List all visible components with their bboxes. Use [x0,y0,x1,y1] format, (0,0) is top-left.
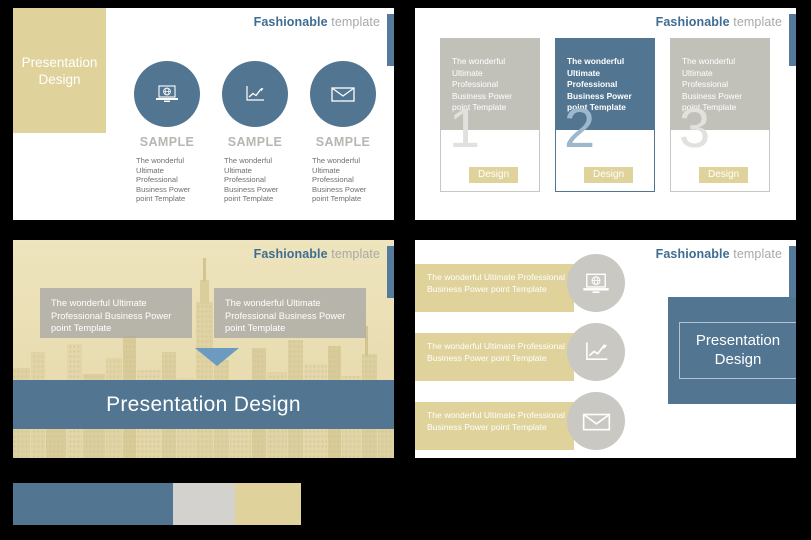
down-triangle-icon [195,348,239,366]
edge-accent-bar [387,246,394,298]
banner-title: Presentation Design [13,380,394,429]
list-item-text-1: The wonderful Ultimate Professional Busi… [415,264,574,312]
brand-label: Fashionable template [254,15,380,29]
edge-accent-bar [789,246,796,298]
envelope-icon [582,413,610,430]
laptop-globe-icon [156,85,178,102]
brand-bold: Fashionable [655,15,730,29]
list-item-icon-circle-3[interactable] [567,392,625,450]
slide-2[interactable]: Fashionable template The wonderful Ultim… [415,8,796,220]
feature-body-2: The wonderful Ultimate Professional Busi… [224,156,279,204]
step-number-2: 2 [564,96,596,159]
blue-swatch[interactable] [13,483,173,525]
panel-line-1: Presentation [695,332,781,349]
step-footer-2: 2 Design [555,100,655,192]
brand-bold: Fashionable [253,15,328,29]
slide-deck-preview: Fashionable template Presentation Design [0,0,811,540]
line-chart-icon [585,342,607,360]
step-footer-1: 1 Design [440,100,540,192]
step-number-3: 3 [679,96,711,159]
brand-bold: Fashionable [253,247,328,261]
step-column-3[interactable]: The wonderful Ultimate Professional Busi… [670,38,770,192]
list-item-icon-circle-1[interactable] [567,254,625,312]
feature-icon-circle-2[interactable] [222,61,288,127]
slide-3[interactable]: Fashionable template The wonderful Ultim… [13,240,394,458]
brand-light: template [733,15,782,29]
feature-body-1: The wonderful Ultimate Professional Busi… [136,156,191,204]
overlay-text-box-2: The wonderful Ultimate Professional Busi… [214,288,366,338]
title-line-1: Presentation [21,55,98,70]
brand-label: Fashionable template [656,15,782,29]
feature-body-3: The wonderful Ultimate Professional Busi… [312,156,367,204]
step-design-button-2[interactable]: Design [584,167,634,183]
grey-swatch[interactable] [173,483,235,525]
feature-icon-circle-3[interactable] [310,61,376,127]
color-palette-bar [13,483,301,525]
list-item-icon-circle-2[interactable] [567,323,625,381]
brand-light: template [331,15,380,29]
presentation-design-label: Presentation Design [678,322,796,379]
panel-line-2: Design [714,351,762,368]
list-item-text-3: The wonderful Ultimate Professional Busi… [415,402,574,450]
brand-light: template [733,247,782,261]
edge-accent-bar [789,14,796,66]
laptop-globe-icon [583,273,609,293]
step-number-1: 1 [449,96,481,159]
step-column-1[interactable]: The wonderful Ultimate Professional Busi… [440,38,540,192]
brand-label: Fashionable template [254,247,380,261]
edge-accent-bar [387,14,394,66]
step-design-button-3[interactable]: Design [699,167,749,183]
feature-column-3[interactable]: SAMPLE The wonderful Ultimate Profession… [290,61,394,204]
overlay-text-box-1: The wonderful Ultimate Professional Busi… [40,288,192,338]
title-block: Presentation Design [13,8,106,133]
feature-icon-circle-1[interactable] [134,61,200,127]
slide-1[interactable]: Fashionable template Presentation Design [13,8,394,220]
step-design-button-1[interactable]: Design [469,167,519,183]
brand-bold: Fashionable [655,247,730,261]
line-chart-icon [246,86,264,101]
khaki-swatch[interactable] [235,483,301,525]
title-text: Presentation Design [13,54,106,88]
step-footer-3: 3 Design [670,100,770,192]
list-item-text-2: The wonderful Ultimate Professional Busi… [415,333,574,381]
step-column-2[interactable]: The wonderful Ultimate Professional Busi… [555,38,655,192]
presentation-design-panel[interactable]: Presentation Design [668,297,796,404]
feature-heading-3: SAMPLE [315,135,371,149]
slide-4[interactable]: Fashionable template The wonderful Ultim… [415,240,796,458]
envelope-icon [331,87,355,102]
title-line-2: Design [38,72,81,87]
brand-light: template [331,247,380,261]
brand-label: Fashionable template [656,247,782,261]
